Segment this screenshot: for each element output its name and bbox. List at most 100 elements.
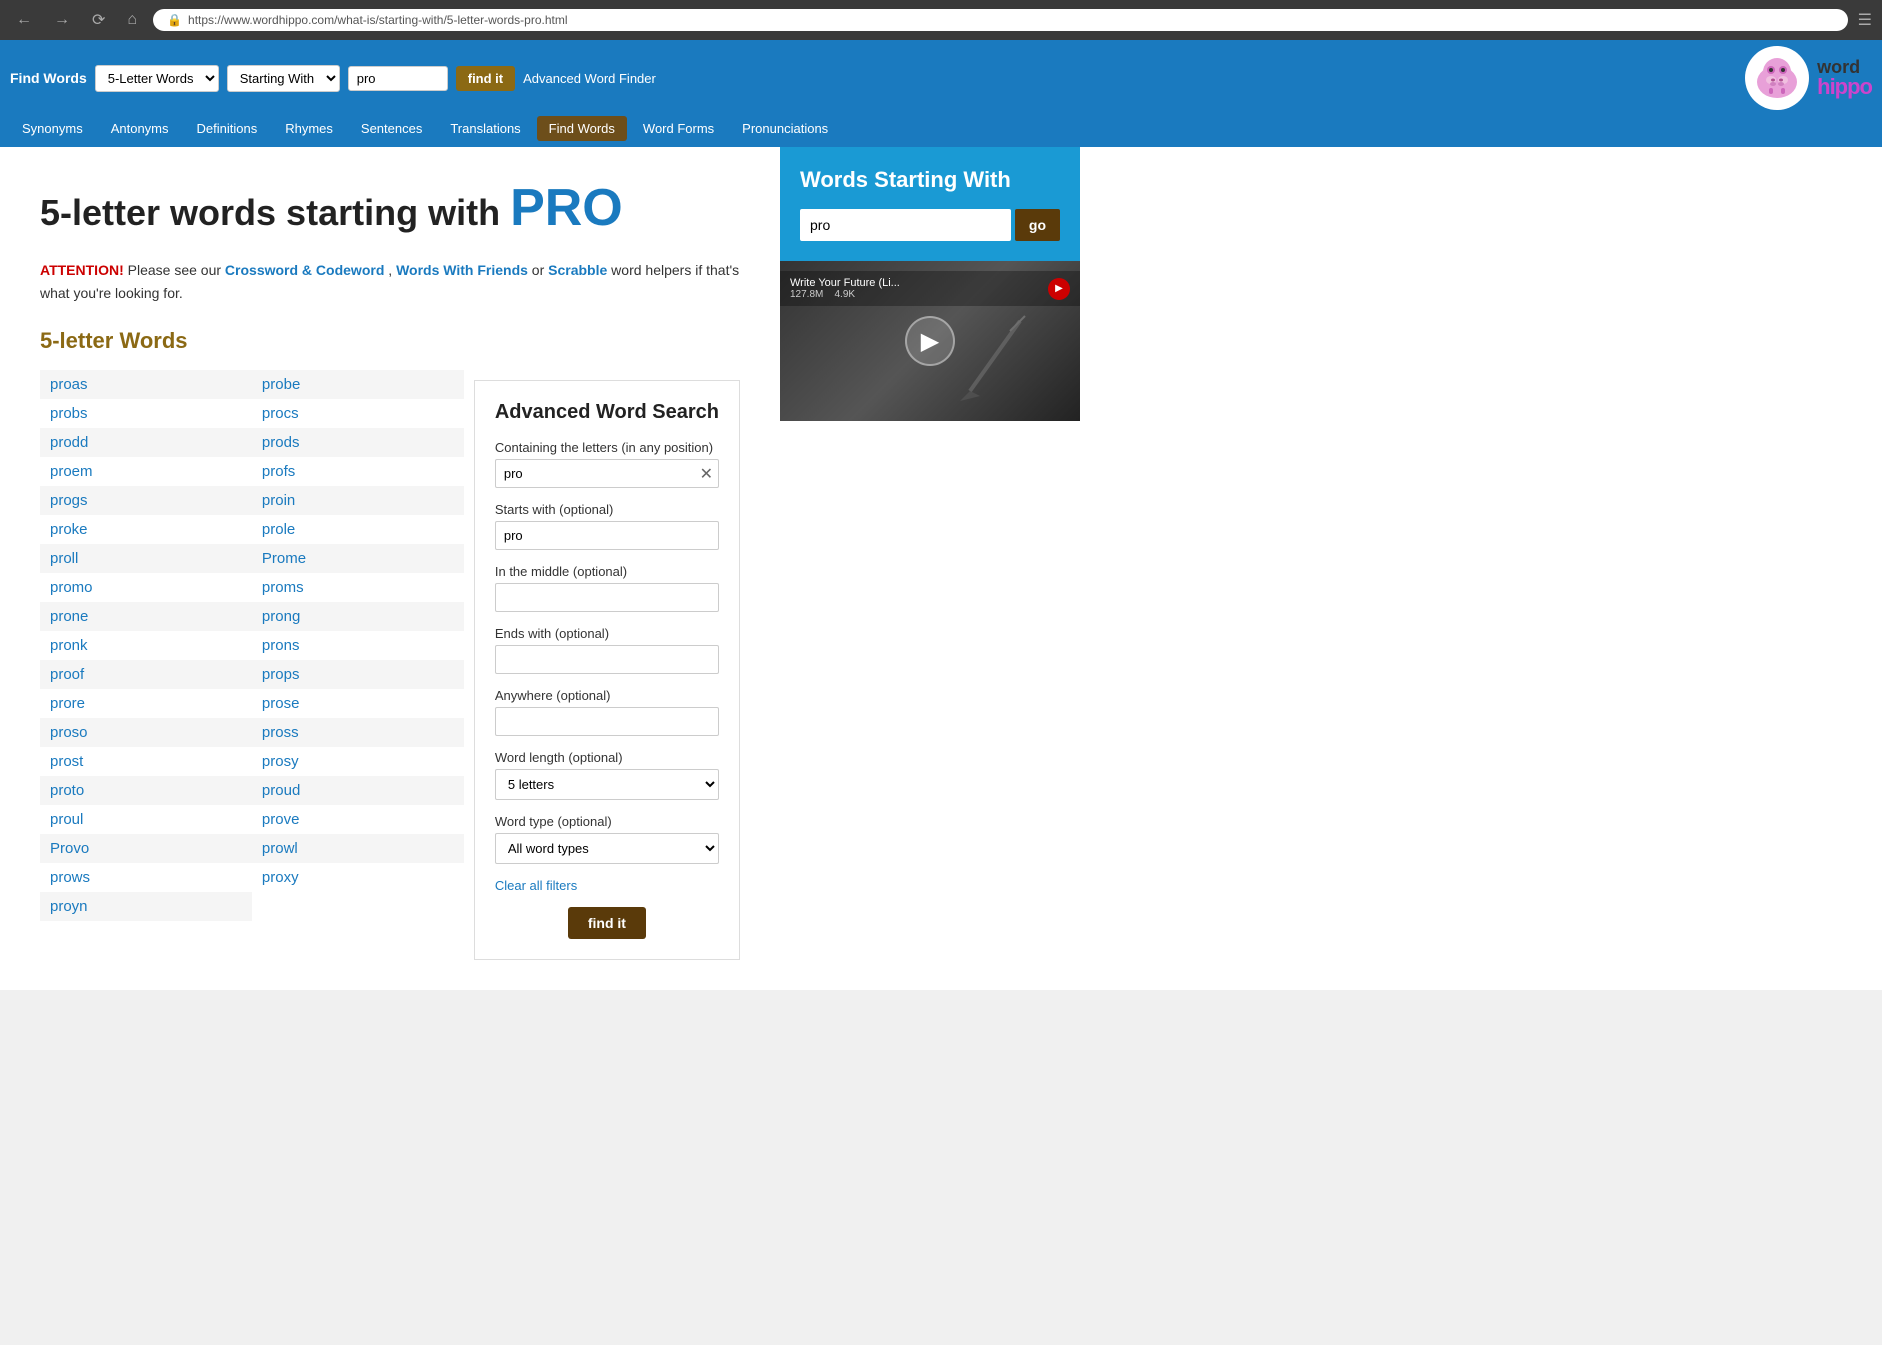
subnav-synonyms[interactable]: Synonyms: [10, 116, 95, 141]
word-item[interactable]: prowl: [252, 834, 464, 863]
content-area: 5-letter words starting with PRO ATTENTI…: [0, 147, 780, 990]
back-button[interactable]: ←: [10, 9, 38, 31]
criteria-select[interactable]: Starting With Ending With Containing: [227, 65, 340, 92]
video-pen-graphic: [940, 311, 1060, 411]
words-starting-title: Words Starting With: [800, 167, 1060, 193]
subnav-sentences[interactable]: Sentences: [349, 116, 434, 141]
word-item[interactable]: prove: [252, 805, 464, 834]
clear-filters-link[interactable]: Clear all filters: [495, 878, 719, 893]
word-item[interactable]: proof: [40, 660, 252, 689]
word-item[interactable]: profs: [252, 457, 464, 486]
video-thumbnail: Write Your Future (Li... 127.8M 4.9K ▶: [780, 261, 1080, 421]
word-item[interactable]: procs: [252, 399, 464, 428]
video-title: Write Your Future (Li...: [790, 277, 900, 289]
subnav-word-forms[interactable]: Word Forms: [631, 116, 726, 141]
word-item[interactable]: prole: [252, 515, 464, 544]
word-item[interactable]: prong: [252, 602, 464, 631]
word-item[interactable]: Provo: [40, 834, 252, 863]
containing-input[interactable]: [495, 459, 719, 488]
words-starting-go-btn[interactable]: go: [1015, 209, 1060, 241]
word-item[interactable]: proin: [252, 486, 464, 515]
word-item[interactable]: Prome: [252, 544, 464, 573]
subnav-definitions[interactable]: Definitions: [185, 116, 270, 141]
word-item[interactable]: prose: [252, 689, 464, 718]
video-box[interactable]: Write Your Future (Li... 127.8M 4.9K ▶: [780, 261, 1080, 421]
word-item[interactable]: prosy: [252, 747, 464, 776]
containing-clear-btn[interactable]: ✕: [700, 464, 713, 484]
reload-button[interactable]: ⟳: [86, 8, 111, 32]
subnav-antonyms[interactable]: Antonyms: [99, 116, 181, 141]
word-item[interactable]: proto: [40, 776, 252, 805]
word-item[interactable]: proke: [40, 515, 252, 544]
home-button[interactable]: ⌂: [121, 9, 143, 31]
word-item[interactable]: prons: [252, 631, 464, 660]
logo: word hippo: [1745, 46, 1872, 110]
word-type-select[interactable]: 5-Letter Words 4-Letter Words 6-Letter W…: [95, 65, 219, 92]
video-views: 127.8M: [790, 289, 823, 300]
find-it-button[interactable]: find it: [456, 66, 515, 91]
word-item[interactable]: probe: [252, 370, 464, 399]
page-title: 5-letter words starting with PRO: [40, 177, 740, 239]
word-item[interactable]: pronk: [40, 631, 252, 660]
title-highlight: PRO: [510, 179, 623, 237]
ends-with-input[interactable]: [495, 645, 719, 674]
forward-button[interactable]: →: [48, 9, 76, 31]
word-item[interactable]: progs: [40, 486, 252, 515]
subnav-find-words[interactable]: Find Words: [537, 116, 627, 141]
middle-label: In the middle (optional): [495, 564, 719, 579]
sidebar-right: Words Starting With go Write Your Future…: [780, 147, 1080, 990]
word-item[interactable]: proxy: [252, 863, 464, 892]
advanced-find-button[interactable]: find it: [568, 907, 646, 939]
sub-navigation: Synonyms Antonyms Definitions Rhymes Sen…: [0, 116, 1882, 147]
ends-with-label: Ends with (optional): [495, 626, 719, 641]
main-container: 5-letter words starting with PRO ATTENTI…: [0, 147, 1882, 990]
video-likes: 4.9K: [834, 289, 855, 300]
attention-label: ATTENTION!: [40, 262, 124, 278]
video-info: Write Your Future (Li... 127.8M 4.9K ▶: [780, 271, 1080, 306]
word-item[interactable]: prows: [40, 863, 252, 892]
word-item[interactable]: proll: [40, 544, 252, 573]
word-item[interactable]: prore: [40, 689, 252, 718]
section-title: 5-letter Words: [40, 328, 740, 354]
scrabble-link[interactable]: Scrabble: [548, 262, 607, 278]
browser-menu[interactable]: ☰: [1858, 10, 1872, 30]
word-item[interactable]: proem: [40, 457, 252, 486]
word-type-select-adv[interactable]: All word types Nouns Verbs Adjectives Ad…: [495, 833, 719, 864]
search-input[interactable]: [348, 66, 448, 91]
words-starting-form: go: [800, 209, 1060, 241]
subnav-translations[interactable]: Translations: [438, 116, 532, 141]
crossword-link[interactable]: Crossword & Codeword: [225, 262, 384, 278]
word-item[interactable]: prodd: [40, 428, 252, 457]
words-starting-input[interactable]: [800, 209, 1011, 241]
words-starting-box: Words Starting With go: [780, 147, 1080, 261]
word-item[interactable]: proso: [40, 718, 252, 747]
subnav-pronunciations[interactable]: Pronunciations: [730, 116, 840, 141]
attention-text: Please see our: [128, 262, 225, 278]
word-item[interactable]: promo: [40, 573, 252, 602]
subnav-rhymes[interactable]: Rhymes: [273, 116, 345, 141]
attention-box: ATTENTION! Please see our Crossword & Co…: [40, 259, 740, 304]
word-item[interactable]: proyn: [40, 892, 252, 921]
advanced-search-panel: Advanced Word Search Containing the lett…: [474, 380, 740, 960]
word-length-select[interactable]: Any length 3 letters 4 letters 5 letters…: [495, 769, 719, 800]
word-item[interactable]: prone: [40, 602, 252, 631]
advanced-word-finder-link[interactable]: Advanced Word Finder: [523, 71, 656, 86]
attention-or: or: [532, 262, 548, 278]
word-item[interactable]: proud: [252, 776, 464, 805]
logo-hippo: hippo: [1817, 76, 1872, 98]
starts-with-input[interactable]: [495, 521, 719, 550]
word-item[interactable]: probs: [40, 399, 252, 428]
anywhere-input[interactable]: [495, 707, 719, 736]
word-item[interactable]: prost: [40, 747, 252, 776]
word-item[interactable]: pross: [252, 718, 464, 747]
word-item[interactable]: proms: [252, 573, 464, 602]
word-item[interactable]: proas: [40, 370, 252, 399]
find-words-label: Find Words: [10, 70, 87, 86]
browser-chrome: ← → ⟳ ⌂ 🔒 https://www.wordhippo.com/what…: [0, 0, 1882, 40]
word-item[interactable]: prods: [252, 428, 464, 457]
url-bar[interactable]: 🔒 https://www.wordhippo.com/what-is/star…: [153, 9, 1848, 31]
word-item[interactable]: props: [252, 660, 464, 689]
words-with-friends-link[interactable]: Words With Friends: [396, 262, 528, 278]
middle-input[interactable]: [495, 583, 719, 612]
word-item[interactable]: proul: [40, 805, 252, 834]
